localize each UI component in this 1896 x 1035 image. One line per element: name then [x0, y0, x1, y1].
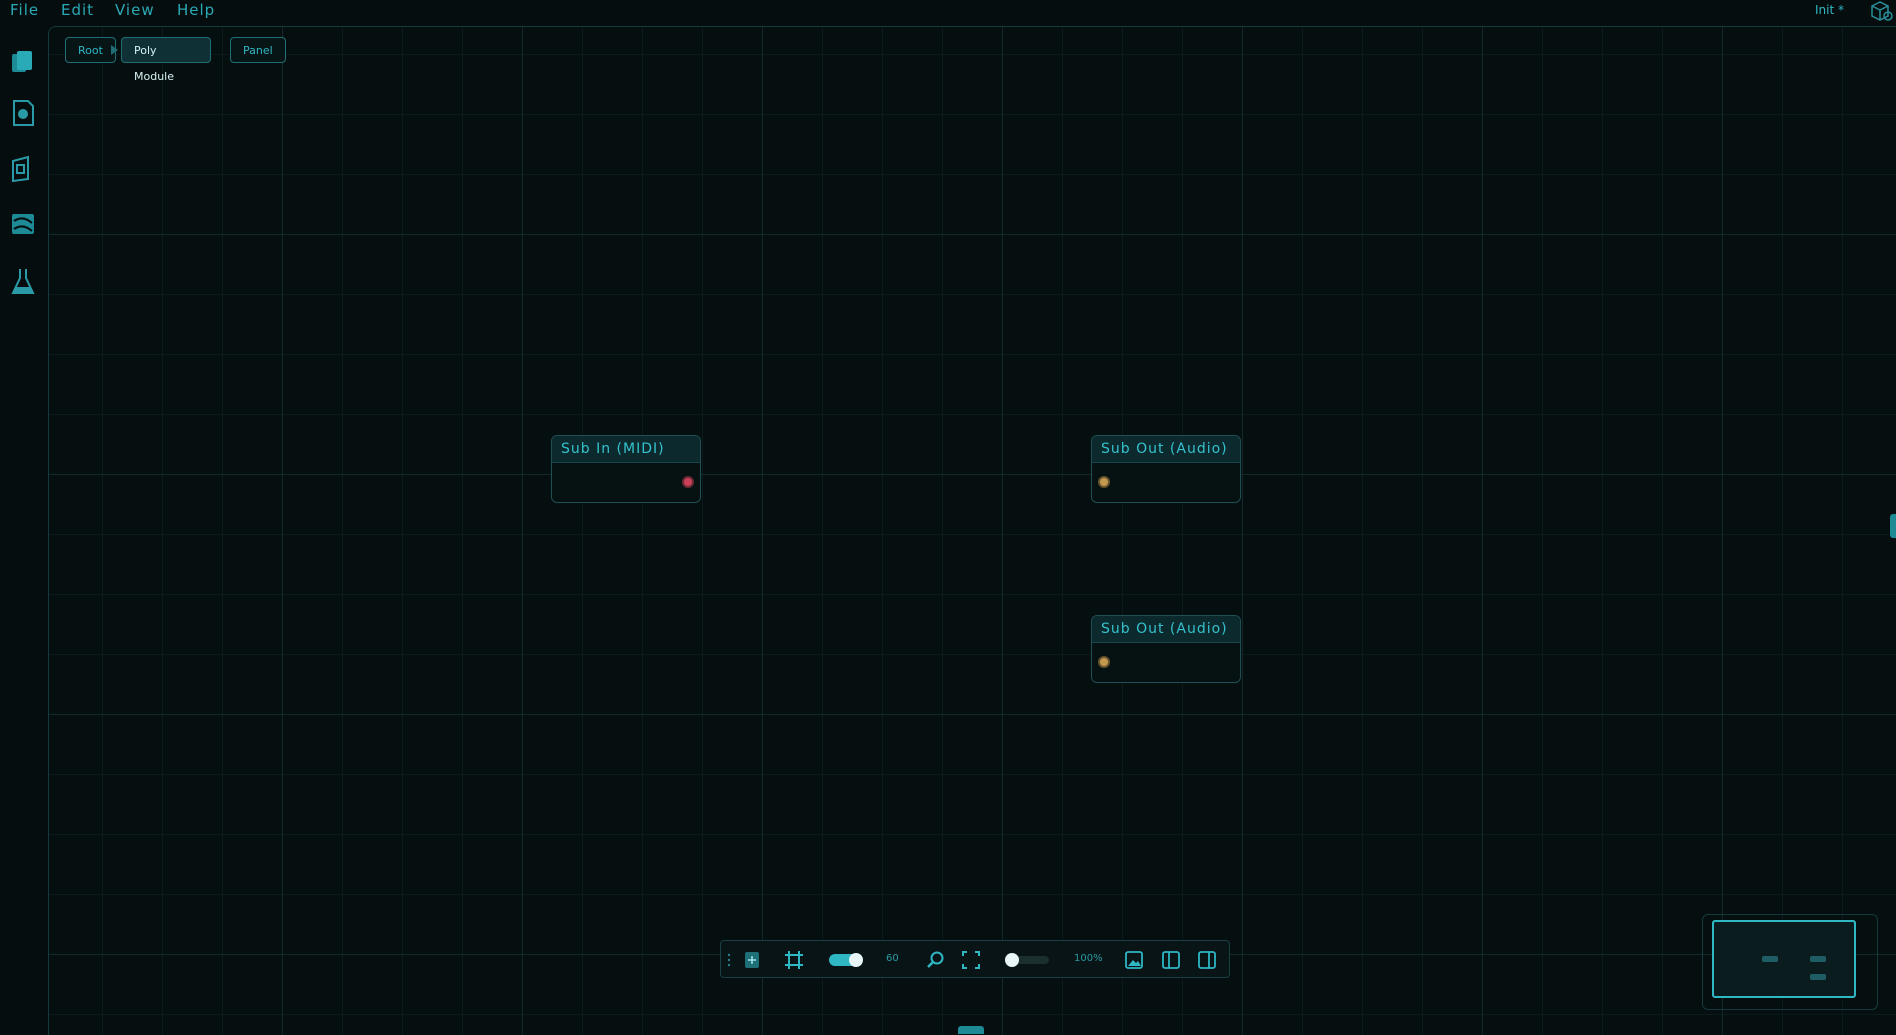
documents-icon[interactable]: [8, 48, 38, 78]
node-title: Sub Out (Audio): [1092, 616, 1240, 643]
module-file-icon[interactable]: [8, 98, 38, 128]
right-panel-handle[interactable]: [1890, 514, 1896, 538]
search-icon[interactable]: [926, 949, 946, 971]
zoom-slider[interactable]: [1005, 953, 1049, 967]
grid-snap-toggle[interactable]: [829, 953, 863, 967]
menu-edit[interactable]: Edit: [61, 1, 94, 19]
left-panel-icon[interactable]: [1161, 949, 1181, 971]
menu-view[interactable]: View: [115, 1, 155, 19]
breadcrumb-separator-icon: [111, 45, 118, 55]
breadcrumb-root[interactable]: Root: [65, 37, 116, 63]
audio-input-port[interactable]: [1098, 476, 1110, 488]
image-export-icon[interactable]: [1124, 949, 1144, 971]
minimap-node: [1810, 956, 1826, 962]
menu-bar: File Edit View Help Init *: [0, 0, 1896, 26]
patch-cables-icon[interactable]: [8, 209, 38, 239]
menu-file[interactable]: File: [10, 1, 39, 19]
node-sub-in-midi[interactable]: Sub In (MIDI): [551, 435, 701, 503]
node-title: Sub In (MIDI): [552, 436, 700, 463]
canvas-toolbar: 60 100%: [720, 940, 1230, 978]
grid-size-value[interactable]: 60: [886, 953, 899, 964]
cube-settings-icon[interactable]: [1866, 0, 1896, 24]
right-panel-icon[interactable]: [1197, 949, 1217, 971]
preset-name[interactable]: Init *: [1815, 3, 1844, 17]
minimap-node: [1762, 956, 1778, 962]
midi-output-port[interactable]: [682, 476, 694, 488]
audio-input-port[interactable]: [1098, 656, 1110, 668]
fit-view-icon[interactable]: [961, 949, 981, 971]
breadcrumb-current[interactable]: Poly Module: [121, 37, 211, 83]
panel-icon[interactable]: [8, 154, 38, 184]
zoom-value: 100%: [1074, 953, 1103, 964]
menu-help[interactable]: Help: [177, 1, 215, 19]
panel-button[interactable]: Panel: [230, 37, 286, 63]
minimap-node: [1810, 974, 1826, 980]
node-canvas[interactable]: Root Poly Module Panel Sub In (MIDI) Sub…: [48, 26, 1896, 1035]
slider-knob: [1005, 953, 1019, 967]
flask-icon[interactable]: [8, 266, 38, 296]
grid-snap-icon[interactable]: [783, 949, 805, 971]
drag-handle-icon[interactable]: [725, 949, 733, 971]
add-node-icon[interactable]: [743, 949, 761, 971]
toggle-knob: [849, 953, 863, 967]
node-sub-out-audio-2[interactable]: Sub Out (Audio): [1091, 615, 1241, 683]
sidebar: [0, 26, 48, 1034]
node-title: Sub Out (Audio): [1092, 436, 1240, 463]
node-sub-out-audio-1[interactable]: Sub Out (Audio): [1091, 435, 1241, 503]
minimap[interactable]: [1712, 920, 1856, 998]
bottom-panel-handle[interactable]: [958, 1026, 984, 1034]
